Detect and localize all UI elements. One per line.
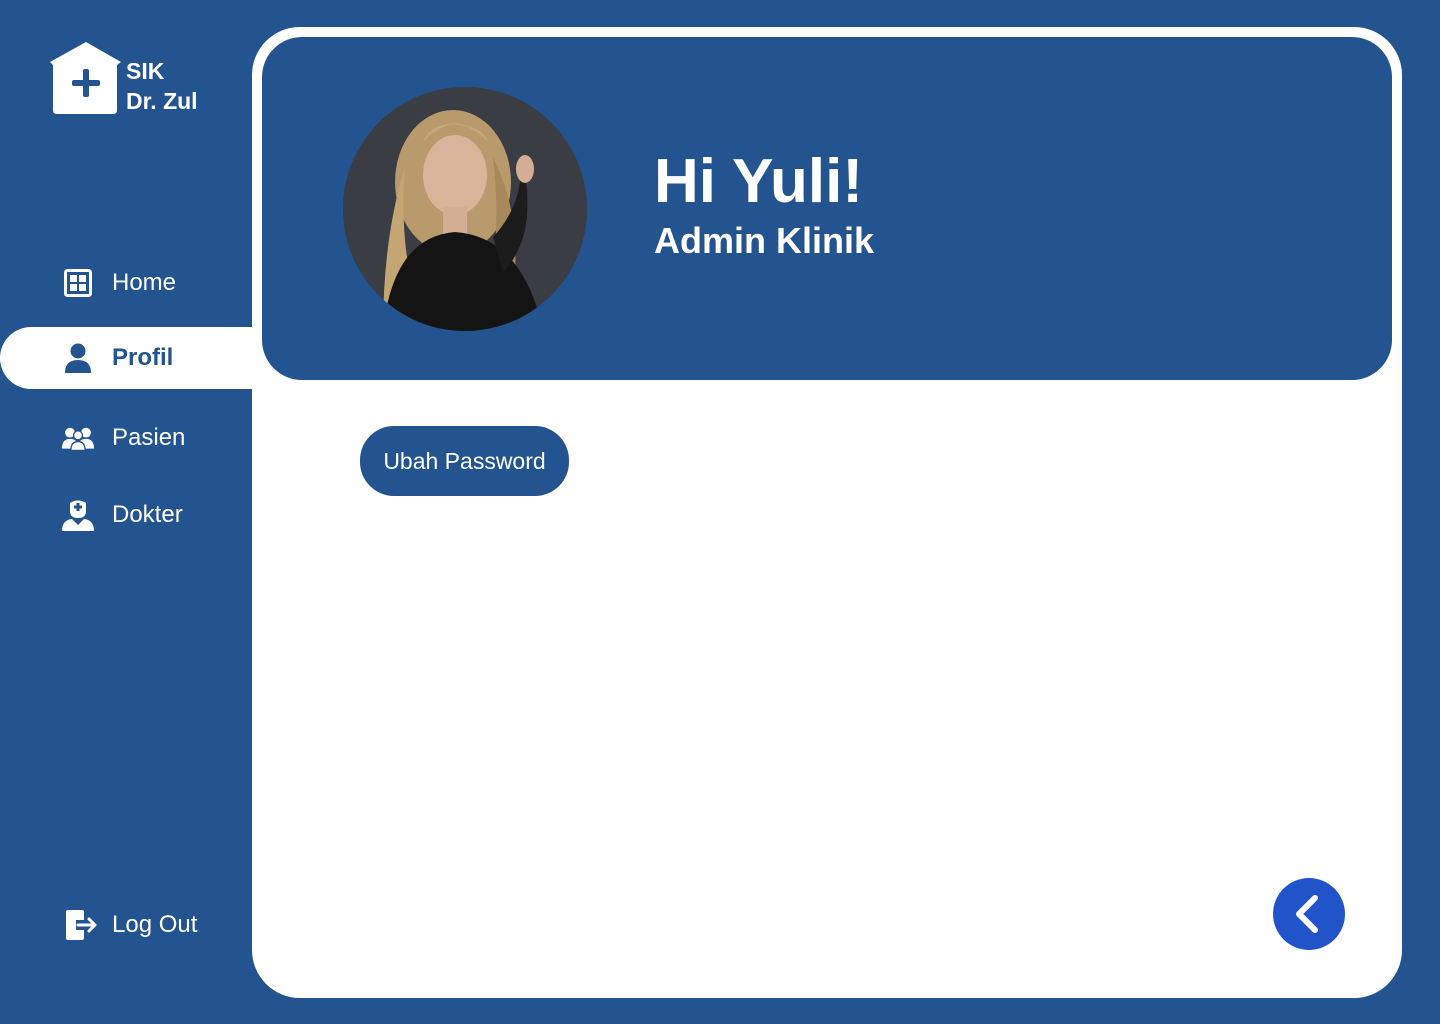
- sidebar-item-label: Home: [112, 269, 177, 296]
- app-title: SIK Dr. Zul: [126, 56, 198, 116]
- greeting-heading: Hi Yuli!: [654, 147, 864, 216]
- sidebar-item-label: Profil: [112, 344, 174, 371]
- main-content-card: Hi Yuli! Admin Klinik Ubah Password: [252, 27, 1402, 998]
- doctor-icon: [62, 499, 94, 531]
- users-group-icon: [62, 422, 94, 454]
- sidebar-item-label: Pasien: [112, 424, 186, 451]
- avatar: [343, 87, 587, 331]
- profile-banner: Hi Yuli! Admin Klinik: [262, 37, 1392, 380]
- sidebar-item-home[interactable]: Home: [0, 252, 252, 314]
- sidebar-item-pasien[interactable]: Pasien: [0, 407, 252, 469]
- chevron-left-icon: [1296, 895, 1318, 933]
- app-title-line2: Dr. Zul: [126, 88, 198, 114]
- sidebar-item-dokter[interactable]: Dokter: [0, 484, 252, 546]
- logout-icon: [64, 909, 98, 941]
- clinic-house-icon: [50, 42, 121, 114]
- dashboard-grid-icon: [62, 267, 94, 299]
- logout-label: Log Out: [112, 911, 198, 938]
- back-button[interactable]: [1273, 878, 1345, 950]
- change-password-button[interactable]: Ubah Password: [360, 426, 569, 496]
- sidebar-item-profil[interactable]: Profil: [0, 327, 252, 389]
- user-icon: [62, 342, 94, 374]
- sidebar-item-label: Dokter: [112, 501, 183, 528]
- avatar-photo: [343, 87, 587, 331]
- app-logo: SIK Dr. Zul: [50, 42, 220, 118]
- user-role: Admin Klinik: [654, 220, 875, 261]
- app-title-line1: SIK: [126, 58, 165, 84]
- logout-button[interactable]: Log Out: [0, 894, 252, 956]
